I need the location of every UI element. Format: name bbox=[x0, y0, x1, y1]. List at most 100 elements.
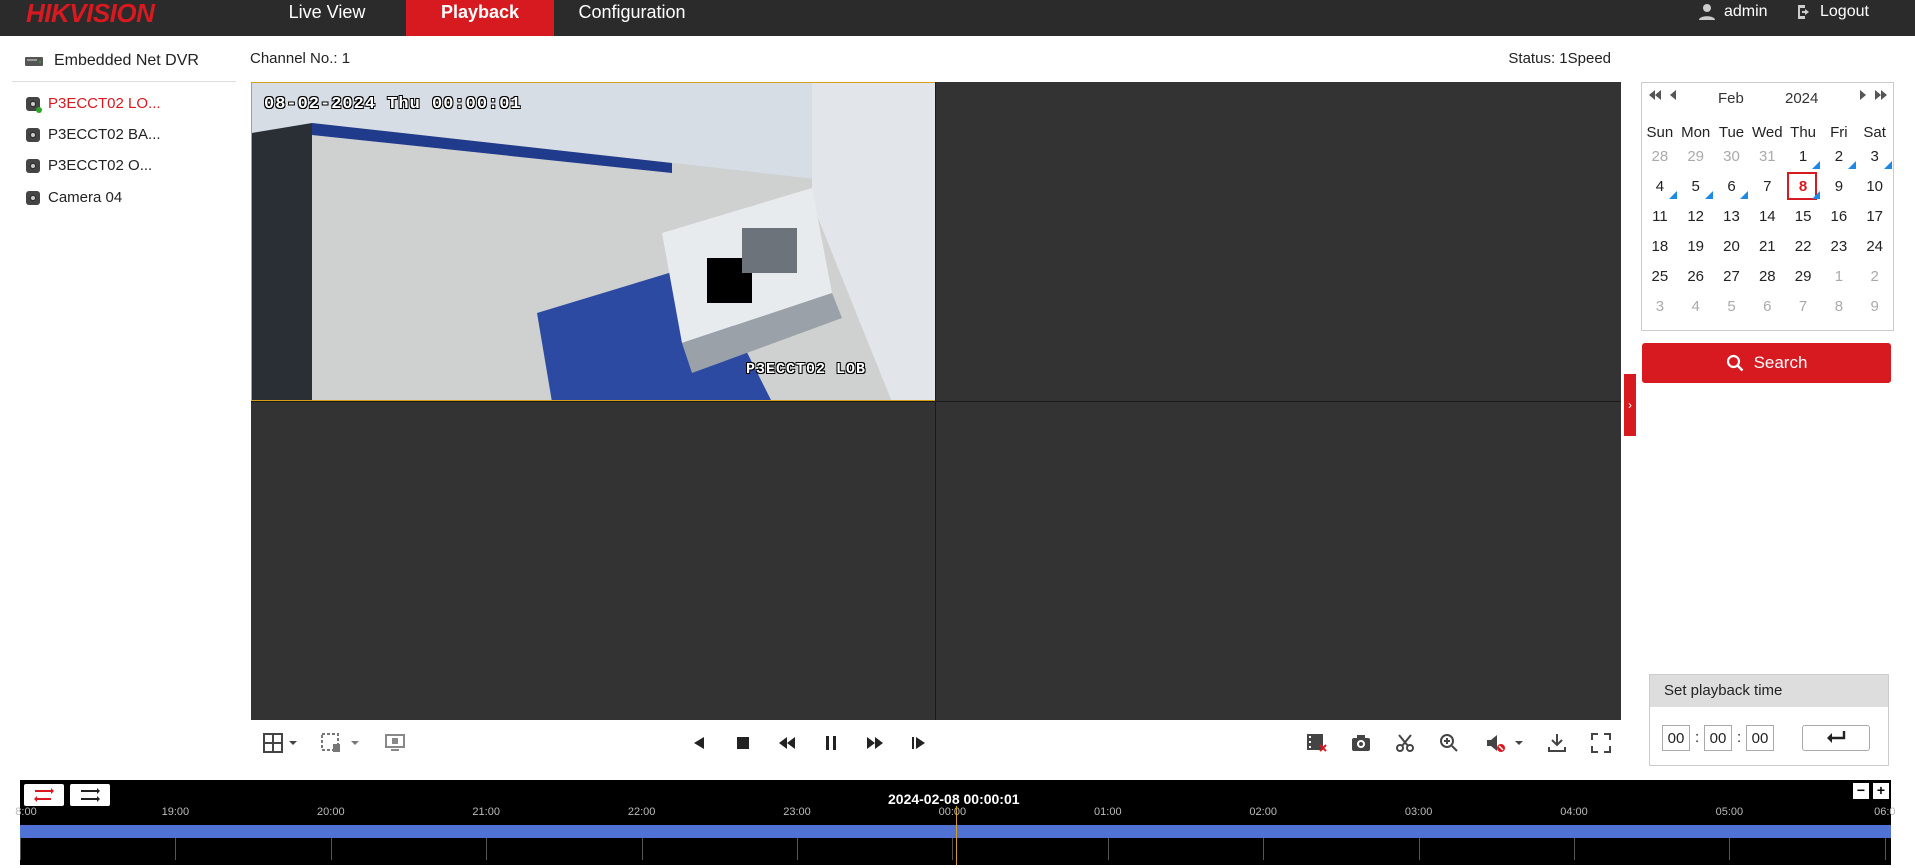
calendar-day[interactable]: 3 bbox=[1857, 145, 1893, 169]
timeline-zoom-out-button[interactable]: − bbox=[1853, 783, 1869, 799]
digital-zoom-button[interactable] bbox=[384, 732, 406, 754]
enter-icon bbox=[1827, 731, 1846, 743]
logout-button[interactable]: Logout bbox=[1796, 2, 1869, 22]
zoom-button[interactable] bbox=[1438, 732, 1460, 754]
nav-live-view[interactable]: Live View bbox=[264, 0, 390, 36]
camera-item-1[interactable]: P3ECCT02 LO... bbox=[26, 95, 161, 113]
second-input[interactable]: 00 bbox=[1746, 725, 1774, 751]
calendar-day[interactable]: 2 bbox=[1821, 145, 1857, 169]
calendar-day[interactable]: 3 bbox=[1642, 295, 1678, 319]
camera-item-2[interactable]: P3ECCT02 BA... bbox=[26, 126, 161, 143]
calendar-day[interactable]: 13 bbox=[1714, 205, 1750, 229]
clip-select-button[interactable] bbox=[320, 732, 362, 754]
calendar-day[interactable]: 17 bbox=[1857, 205, 1893, 229]
calendar-day[interactable]: 18 bbox=[1642, 235, 1678, 259]
calendar-day[interactable]: 14 bbox=[1749, 205, 1785, 229]
camera-item-4[interactable]: Camera 04 bbox=[26, 189, 122, 206]
window-layout-button[interactable] bbox=[260, 732, 302, 754]
camera-icon bbox=[26, 127, 40, 142]
video-window-4[interactable] bbox=[936, 402, 1621, 720]
single-frame-button[interactable] bbox=[908, 732, 930, 754]
calendar-day[interactable]: 6 bbox=[1714, 175, 1750, 199]
calendar-day[interactable]: 27 bbox=[1714, 265, 1750, 289]
calendar-day[interactable]: 1 bbox=[1821, 265, 1857, 289]
hour-input[interactable]: 00 bbox=[1662, 725, 1690, 751]
calendar-day[interactable]: 30 bbox=[1714, 145, 1750, 169]
calendar-day[interactable]: 8 bbox=[1785, 172, 1821, 200]
calendar-year[interactable]: 2024 bbox=[1785, 90, 1818, 107]
video-window-2[interactable] bbox=[936, 82, 1621, 401]
minute-input[interactable]: 00 bbox=[1704, 725, 1732, 751]
calendar-day[interactable]: 9 bbox=[1857, 295, 1893, 319]
calendar-day[interactable]: 1 bbox=[1785, 145, 1821, 169]
camera-item-3[interactable]: P3ECCT02 O... bbox=[26, 157, 152, 174]
clip-button[interactable] bbox=[1394, 732, 1416, 754]
timeline-tick-line bbox=[1884, 838, 1886, 860]
calendar-day[interactable]: 22 bbox=[1785, 235, 1821, 259]
calendar-day[interactable]: 21 bbox=[1749, 235, 1785, 259]
calendar-day[interactable]: 16 bbox=[1821, 205, 1857, 229]
reverse-play-button[interactable] bbox=[688, 732, 710, 754]
timeline-tick-label: 22:00 bbox=[627, 806, 656, 818]
calendar-day[interactable]: 11 bbox=[1642, 205, 1678, 229]
calendar-day[interactable]: 29 bbox=[1785, 265, 1821, 289]
calendar-day[interactable]: 28 bbox=[1749, 265, 1785, 289]
calendar-day[interactable]: 10 bbox=[1857, 175, 1893, 199]
collapse-panel-handle[interactable]: › bbox=[1624, 374, 1636, 436]
reverse-play-icon bbox=[694, 737, 704, 749]
calendar-day[interactable]: 29 bbox=[1678, 145, 1714, 169]
slow-down-button[interactable] bbox=[776, 732, 798, 754]
calendar-day[interactable]: 23 bbox=[1821, 235, 1857, 259]
user-menu[interactable]: admin bbox=[1698, 2, 1768, 22]
next-year-icon[interactable] bbox=[1874, 88, 1888, 106]
timeline-prev-button[interactable] bbox=[24, 784, 64, 806]
calendar-day[interactable]: 4 bbox=[1642, 175, 1678, 199]
calendar-day[interactable]: 9 bbox=[1821, 175, 1857, 199]
pause-icon bbox=[826, 736, 836, 750]
nav-playback[interactable]: Playback bbox=[406, 0, 554, 36]
calendar-day[interactable]: 7 bbox=[1749, 175, 1785, 199]
playback-status: Status: 1Speed bbox=[1508, 50, 1611, 67]
prev-year-icon[interactable] bbox=[1648, 88, 1662, 106]
video-window-3[interactable] bbox=[251, 402, 935, 720]
calendar-day[interactable]: 5 bbox=[1678, 175, 1714, 199]
pause-button[interactable] bbox=[820, 732, 842, 754]
device-tree-root[interactable]: Embedded Net DVR bbox=[24, 52, 199, 70]
osd-timestamp: 08-02-2024 Thu 00:00:01 bbox=[264, 95, 522, 114]
calendar-day[interactable]: 24 bbox=[1857, 235, 1893, 259]
calendar-day[interactable]: 25 bbox=[1642, 265, 1678, 289]
video-window-1[interactable]: 08-02-2024 Thu 00:00:01 P3ECCT02 LOB bbox=[251, 82, 936, 401]
nav-configuration[interactable]: Configuration bbox=[566, 0, 698, 36]
timeline-zoom-in-button[interactable]: + bbox=[1873, 783, 1889, 799]
calendar-day[interactable]: 12 bbox=[1678, 205, 1714, 229]
calendar-day[interactable]: 8 bbox=[1821, 295, 1857, 319]
search-button[interactable]: Search bbox=[1642, 343, 1891, 383]
calendar-day[interactable]: 7 bbox=[1785, 295, 1821, 319]
download-button[interactable] bbox=[1546, 732, 1568, 754]
calendar-day[interactable]: 15 bbox=[1785, 205, 1821, 229]
calendar-day[interactable]: 5 bbox=[1714, 295, 1750, 319]
timeline[interactable]: 2024-02-08 00:00:01 8:00 19:00 20:00 21:00 2… bbox=[15, 780, 1896, 865]
prev-month-icon[interactable] bbox=[1668, 88, 1678, 106]
calendar-day[interactable]: 6 bbox=[1749, 295, 1785, 319]
timeline-next-button[interactable] bbox=[70, 784, 110, 806]
stop-all-button[interactable] bbox=[1306, 732, 1328, 754]
calendar-day[interactable]: 28 bbox=[1642, 145, 1678, 169]
calendar-day[interactable]: 4 bbox=[1678, 295, 1714, 319]
apply-time-button[interactable] bbox=[1802, 725, 1870, 751]
camera-feed-image bbox=[252, 83, 935, 400]
timeline-tick-line bbox=[175, 838, 177, 860]
calendar-month[interactable]: Feb bbox=[1718, 90, 1744, 107]
calendar-day[interactable]: 19 bbox=[1678, 235, 1714, 259]
timeline-cursor[interactable] bbox=[956, 806, 957, 865]
fullscreen-button[interactable] bbox=[1590, 732, 1612, 754]
next-month-icon[interactable] bbox=[1858, 88, 1868, 106]
calendar-day[interactable]: 31 bbox=[1749, 145, 1785, 169]
calendar-day[interactable]: 26 bbox=[1678, 265, 1714, 289]
speed-up-button[interactable] bbox=[864, 732, 886, 754]
calendar-day[interactable]: 2 bbox=[1857, 265, 1893, 289]
calendar-day[interactable]: 20 bbox=[1714, 235, 1750, 259]
stop-button[interactable] bbox=[732, 732, 754, 754]
capture-button[interactable] bbox=[1350, 732, 1372, 754]
audio-button[interactable] bbox=[1484, 732, 1528, 754]
